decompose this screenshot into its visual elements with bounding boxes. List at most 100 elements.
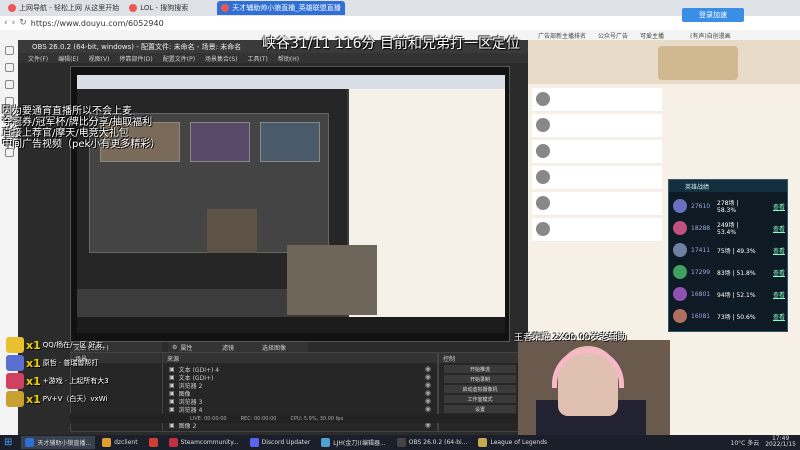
taskbar-app[interactable]: 天才辅助小狼直播...: [21, 436, 96, 449]
tab-label: 天才辅助帅小狼直播_英雄联盟直播: [232, 4, 341, 12]
source-item[interactable]: ▣ 浏览器 4 ◉: [169, 405, 431, 414]
list-item[interactable]: [532, 140, 662, 164]
list-item[interactable]: [532, 192, 662, 216]
taskbar-app[interactable]: dzclient: [98, 436, 141, 449]
overlay-note: 直接上荐官/摩天/电竞大礼包: [2, 128, 129, 139]
control-button[interactable]: 启动虚拟摄像机: [444, 385, 516, 393]
nested-webcam-small: [207, 209, 257, 253]
app-icon: [148, 438, 158, 447]
lol-score: 27610: [691, 202, 711, 210]
history-icon[interactable]: [4, 80, 14, 89]
lol-stats-panel: 英雄战绩 27610 278场 | 58.3% 查看 18288 249场 | 53.4…: [668, 179, 788, 332]
source-item[interactable]: ▣ 浏览器 2 ◉: [169, 381, 431, 390]
control-button[interactable]: 开始推流: [444, 365, 516, 373]
source-item[interactable]: ▣ 文本 (GDI+) ◉: [169, 373, 431, 382]
taskbar-app[interactable]: League of Legends: [474, 436, 551, 449]
browser-tab[interactable]: 上网导航 - 轻松上网 从这里开始: [4, 1, 123, 15]
taskbar-app-label: LJH(金刀)(编辑器...: [333, 440, 386, 447]
gift-count: x1: [26, 374, 41, 388]
source-item[interactable]: ▣ 图像 ◉: [169, 389, 431, 398]
eye-icon[interactable]: ◉: [425, 373, 431, 381]
home-icon[interactable]: [4, 46, 14, 55]
reload-icon[interactable]: ↻: [19, 18, 27, 28]
controls-dock-title: 控制: [439, 353, 519, 363]
control-button[interactable]: 开始录制: [444, 375, 516, 383]
obs-menu-item[interactable]: 停靠部件(D): [119, 54, 152, 63]
lol-stat-row: 16081 73场 | 50.6% 查看: [673, 306, 785, 326]
taskbar-app[interactable]: Discord Updater: [246, 436, 315, 449]
gift-icon: [6, 391, 24, 407]
bookmark-item[interactable]: 广告部新主播排名: [538, 31, 586, 40]
gift-name: QQ/杨在/一区 好友: [42, 341, 103, 349]
taskbar-app[interactable]: [145, 436, 162, 449]
eye-icon[interactable]: ◉: [425, 381, 431, 389]
list-item[interactable]: [532, 88, 662, 112]
taskbar-app[interactable]: Steamcommunity...: [165, 436, 243, 449]
obs-menu-item[interactable]: 场景集合(S): [205, 54, 238, 63]
nested-webcam: [287, 245, 377, 315]
webcam-caption: 王者荣耀 2X00 00岁老辅助: [514, 333, 627, 343]
cpu-fps: CPU: 5.9%, 30.00 fps: [290, 415, 344, 422]
bookmark-icon[interactable]: [4, 63, 14, 72]
gift-feed: x1 QQ/杨在/一区 好友 x1 原哲 · 普瑞兽帮打 x1 +游戏 · 上起所有大3 x…: [0, 336, 130, 410]
eye-icon[interactable]: ◉: [425, 389, 431, 397]
view-details-link[interactable]: 查看: [773, 246, 785, 255]
login-button[interactable]: 登录加速: [682, 8, 744, 22]
lol-score: 18288: [691, 224, 711, 232]
address-bar[interactable]: ‹ › ↻ https://www.douyu.com/6052940: [0, 16, 800, 30]
obs-menu-item[interactable]: 帮助(H): [278, 54, 299, 63]
app-icon: [102, 438, 112, 447]
source-type-icon: ▣: [169, 365, 175, 373]
lol-games: 83场 | 51.8%: [717, 269, 756, 277]
bookmark-item[interactable]: 公众号广告: [598, 31, 628, 40]
obs-menu-item[interactable]: 编辑(E): [58, 54, 78, 63]
eye-icon[interactable]: ◉: [425, 365, 431, 373]
source-type-icon: ▣: [169, 373, 175, 381]
forward-icon[interactable]: ›: [12, 18, 16, 28]
select-image-button[interactable]: 选择图像: [258, 342, 308, 352]
view-details-link[interactable]: 查看: [773, 202, 785, 211]
control-button[interactable]: 设置: [444, 405, 516, 413]
list-item[interactable]: [532, 166, 662, 190]
webcam-feed: [518, 340, 670, 435]
lol-games: 249场 | 53.4%: [717, 222, 739, 236]
bookmark-item[interactable]: (有声)自创漫画: [690, 31, 731, 40]
eye-icon[interactable]: ◉: [425, 397, 431, 405]
list-item[interactable]: [532, 114, 662, 138]
taskbar-app-label: 天才辅助小狼直播...: [37, 440, 92, 447]
view-details-link[interactable]: 查看: [773, 312, 785, 321]
list-item[interactable]: [532, 218, 662, 242]
taskbar-app[interactable]: OBS 26.0.2 (64-bi...: [393, 436, 472, 449]
view-details-link[interactable]: 查看: [773, 290, 785, 299]
source-item[interactable]: ▣ 浏览器 3 ◉: [169, 397, 431, 406]
gift-item: x1 PV+V（白天）vxWi: [6, 390, 124, 408]
obs-menu-item[interactable]: 视图(V): [89, 54, 110, 63]
url-text[interactable]: https://www.douyu.com/6052940: [31, 19, 164, 28]
control-button[interactable]: 工作室模式: [444, 395, 516, 403]
obs-menu-item[interactable]: 工具(T): [248, 54, 268, 63]
windows-start-icon[interactable]: ⊞: [4, 437, 12, 448]
browser-tab[interactable]: LOL - 搜狗搜索: [125, 1, 215, 15]
filters-button[interactable]: 滤镜: [218, 342, 258, 352]
tab-label: 上网导航 - 轻松上网 从这里开始: [19, 4, 120, 12]
headset-icon: [552, 348, 624, 388]
champion-icon: [673, 199, 687, 213]
download-icon[interactable]: [4, 97, 14, 106]
obs-menu-item[interactable]: 配置文件(P): [163, 54, 195, 63]
stream-overlay-title: 峡谷31/11 116分 目前和兄弟打一区定位: [262, 36, 520, 52]
bookmark-item[interactable]: 可爱主播: [640, 31, 664, 40]
weather-text[interactable]: 10°C 多云: [731, 438, 760, 447]
taskbar-app[interactable]: LJH(金刀)(编辑器...: [317, 436, 389, 449]
eye-icon[interactable]: ◉: [425, 405, 431, 413]
app-icon: [321, 438, 331, 447]
channel-logo: [658, 46, 738, 80]
browser-tab[interactable]: 天才辅助帅小狼直播_英雄联盟直播: [217, 1, 345, 15]
view-details-link[interactable]: 查看: [773, 268, 785, 277]
gift-name: PV+V（白天）vxWi: [42, 395, 108, 403]
properties-label: 属性: [180, 344, 193, 352]
obs-menu-item[interactable]: 文件(F): [28, 54, 48, 63]
back-icon[interactable]: ‹: [4, 18, 8, 28]
clock[interactable]: 17:49 2022/1/15: [765, 436, 796, 448]
tab-label: LOL - 搜狗搜索: [140, 4, 189, 12]
view-details-link[interactable]: 查看: [773, 224, 785, 233]
